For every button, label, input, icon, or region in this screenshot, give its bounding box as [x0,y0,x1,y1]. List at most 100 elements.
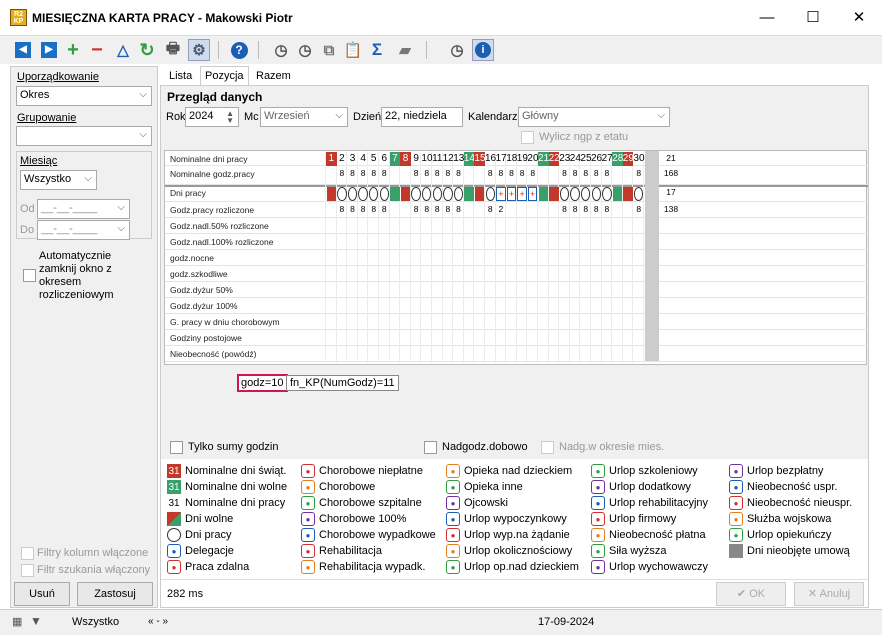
day-number[interactable]: 28 [612,152,623,166]
day-number[interactable]: 4 [358,152,369,166]
sick-leave-icon[interactable]: + [506,187,517,201]
group-select[interactable]: ⌵ [16,126,152,146]
day-number[interactable]: 9 [411,152,422,166]
tab-razem[interactable]: Razem [251,66,296,85]
day-number[interactable]: 13 [453,152,464,166]
sick-leave-icon[interactable]: + [527,187,538,201]
day-number[interactable]: 11 [432,152,443,166]
clock-icon[interactable] [337,187,347,201]
next-record-button[interactable]: ▶ [38,39,60,61]
day-number[interactable]: 17 [496,152,507,166]
day-number[interactable]: 16 [485,152,496,166]
day-type-cell[interactable] [623,187,633,201]
add-time-button[interactable]: ◷ [270,39,292,61]
history-button[interactable]: ◷ [446,39,468,61]
day-type-cell[interactable] [549,187,559,201]
table-icon[interactable]: ▦ [12,615,22,628]
tab-lista[interactable]: Lista [164,66,197,85]
help-button[interactable]: ? [228,39,250,61]
delete-filter-button[interactable]: Usuń [14,582,70,606]
sick-leave-icon[interactable]: + [496,187,506,201]
apply-filter-button[interactable]: Zastosuj [77,582,153,606]
clock-icon[interactable] [411,187,421,201]
day-number[interactable]: 29 [622,152,634,166]
close-button[interactable]: ✕ [836,0,882,36]
sums-only-checkbox[interactable] [170,441,183,454]
day-number[interactable]: 6 [379,152,390,166]
paste-button[interactable]: 📋 [342,39,364,61]
day-type-cell[interactable] [326,187,337,201]
day-number[interactable]: 25 [580,152,591,166]
day-number[interactable]: 12 [443,152,454,166]
remove-time-button[interactable]: ◷ [294,39,316,61]
day-number[interactable]: 26 [591,152,602,166]
from-date-input[interactable]: __-__-____ ⌵ [37,199,130,219]
day-number[interactable]: 21 [538,152,549,166]
day-type-cell[interactable] [612,187,623,201]
day-number[interactable]: 18 [506,152,517,166]
calendar-combo[interactable]: Główny ⌵ [518,107,670,127]
day-number[interactable]: 24 [570,152,581,166]
day-number[interactable]: 23 [559,152,570,166]
sum-button[interactable]: Σ [366,39,388,61]
day-type-cell[interactable] [464,187,474,201]
refresh-button[interactable]: ↻ [136,39,158,61]
day-type-cell[interactable] [474,187,485,201]
info-button[interactable]: i [472,39,494,61]
day-number[interactable]: 20 [527,152,538,166]
day-type-cell[interactable] [390,187,400,201]
month-select[interactable]: Wszystko ⌵ [20,170,97,190]
clock-icon[interactable] [485,187,496,201]
clock-icon[interactable] [443,187,453,201]
column-filters-checkbox[interactable] [21,547,34,560]
overtime-daily-checkbox[interactable] [424,441,437,454]
clock-icon[interactable] [358,187,368,201]
day-number[interactable]: 19 [517,152,528,166]
status-nav[interactable]: « - » [148,616,168,627]
day-number[interactable]: 3 [347,152,358,166]
calc-ngp-checkbox[interactable] [521,131,534,144]
day-number[interactable]: 22 [548,152,560,166]
clock-icon[interactable] [591,187,602,201]
print-button[interactable]: 🖶 [162,39,184,61]
document-button[interactable]: ▰ [394,39,416,61]
year-spinner[interactable]: 2024 ▲ ▼ [185,107,239,127]
ok-button[interactable]: ✔ OK [716,582,786,606]
tab-pozycja[interactable]: Pozycja [200,66,249,85]
modify-button[interactable]: △ [112,39,134,61]
day-number[interactable]: 15 [474,152,486,166]
clock-icon[interactable] [570,187,580,201]
day-number[interactable]: 14 [463,152,475,166]
clock-icon[interactable] [602,187,612,201]
delete-button[interactable]: − [86,39,108,61]
day-number[interactable]: 10 [421,152,432,166]
auto-close-checkbox[interactable] [23,269,36,282]
minimize-button[interactable]: — [744,0,790,36]
day-number[interactable]: 1 [326,152,337,166]
day-type-cell[interactable] [538,187,549,201]
overtime-monthly-checkbox[interactable] [541,441,554,454]
day-number[interactable]: 2 [337,152,348,166]
copy-button[interactable]: ⧉ [318,39,340,61]
day-number[interactable]: 30 [633,152,644,166]
day-number[interactable]: 27 [602,152,613,166]
month-combo[interactable]: Wrzesień ⌵ [260,107,348,127]
day-input[interactable]: 22, niedziela [381,107,463,127]
clock-icon[interactable] [432,187,443,201]
prev-record-button[interactable]: ◀ [12,39,34,61]
sick-leave-icon[interactable]: + [517,187,527,201]
search-filter-checkbox[interactable] [21,564,34,577]
filter-icon[interactable]: ▼ [30,614,42,628]
day-type-cell[interactable] [400,187,411,201]
day-number[interactable]: 5 [368,152,379,166]
to-date-input[interactable]: __-__-____ ⌵ [37,220,130,240]
clock-icon[interactable] [379,187,390,201]
day-number[interactable]: 8 [400,152,411,166]
day-number[interactable]: 7 [389,152,401,166]
maximize-button[interactable]: ☐ [790,0,836,36]
legend-label: Chorobowe wypadkowe [319,529,436,541]
sort-select[interactable]: Okres ⌵ [16,86,152,106]
cancel-button[interactable]: ✕ Anuluj [794,582,864,606]
add-button[interactable]: + [62,39,84,61]
settings-button[interactable]: ⚙ [188,39,210,61]
